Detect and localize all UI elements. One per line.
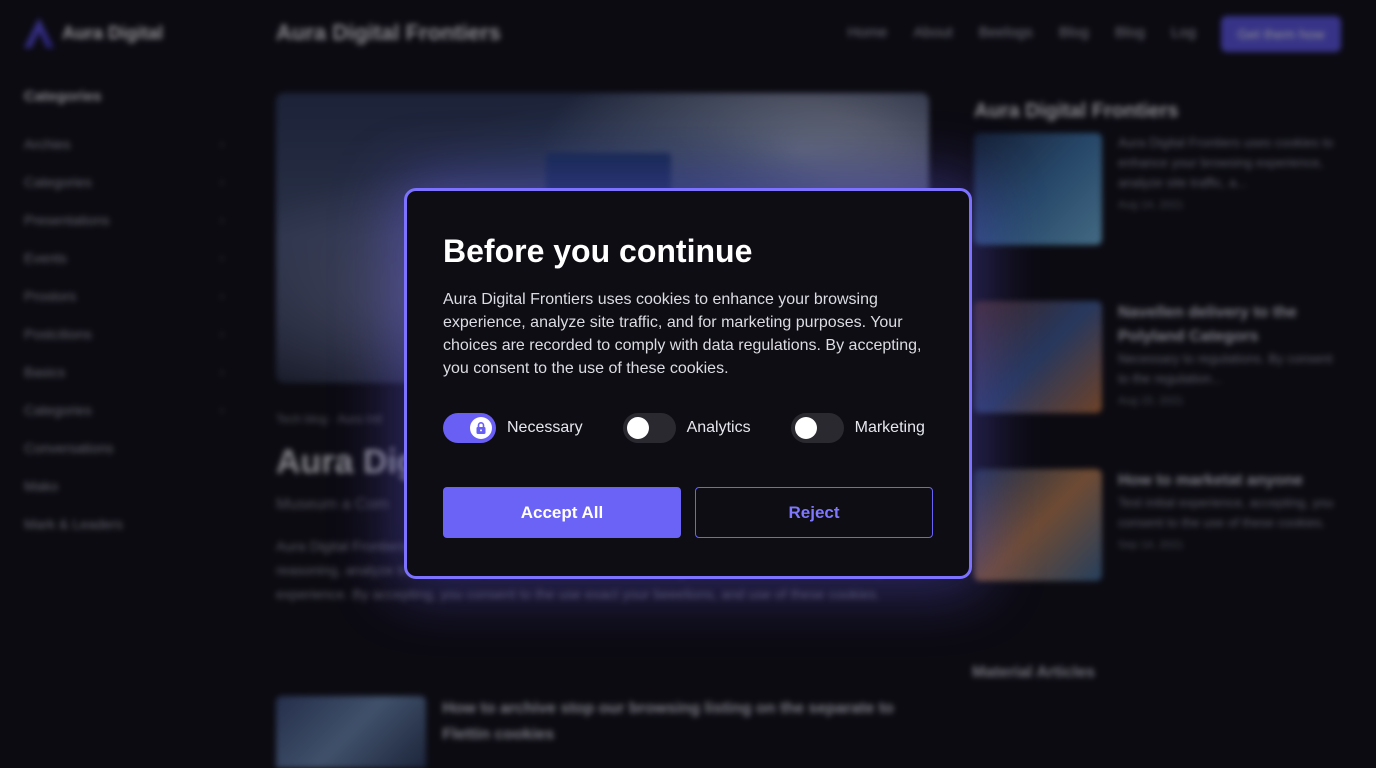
sidebar-item-label: Basics (24, 364, 66, 380)
marketing-toggle[interactable] (790, 413, 844, 443)
toggle-knob (470, 417, 492, 439)
post-date: Sep 14, 2021 (1118, 539, 1184, 551)
sidebar-item[interactable]: Conversations (24, 429, 224, 467)
sidebar-item[interactable]: Presentations › (24, 201, 224, 239)
modal-title: Before you continue (443, 233, 753, 269)
sidebar-item-label: Archies (24, 136, 71, 152)
cta-button[interactable]: Get them how (1221, 16, 1341, 52)
sidebar-item-label: Mark & Leaders (24, 516, 123, 532)
nav-item[interactable]: Home (847, 24, 887, 41)
nav-item[interactable]: Blog (1059, 24, 1089, 41)
card-title: How to archive stop our browsing listing… (442, 700, 894, 743)
sidebar-item-label: Events (24, 250, 67, 266)
toggle-necessary-group: Necessary (443, 413, 583, 443)
post-item[interactable]: How to marketat anyone Test initial expe… (974, 469, 1344, 581)
post-title: How to marketat anyone (1118, 472, 1303, 489)
article-card[interactable]: How to archive stop our browsing listing… (276, 696, 896, 768)
accept-all-button[interactable]: Accept All (443, 487, 681, 538)
brand-logo-icon (24, 18, 54, 48)
reject-button[interactable]: Reject (695, 487, 933, 538)
post-thumbnail (974, 469, 1102, 581)
post-text: Test initial experience, accepting, you … (1118, 495, 1334, 530)
sidebar-item-label: Mako (24, 478, 59, 494)
right-heading: Aura Digital Frontiers (974, 100, 1179, 122)
marketing-label: Marketing (854, 419, 925, 436)
card-thumbnail (276, 696, 427, 768)
sidebar-item[interactable]: Categories › (24, 391, 224, 429)
post-date: Aug 14, 2021 (1118, 199, 1184, 211)
chevron-right-icon: › (220, 175, 224, 189)
post-text: Aura Digital Frontiers uses cookies to e… (1118, 135, 1334, 190)
nav-item[interactable]: Log (1171, 24, 1196, 41)
brand-name: Aura Digital (62, 22, 164, 43)
necessary-toggle[interactable] (443, 413, 496, 443)
nav-item[interactable]: Blog (1115, 24, 1145, 41)
sidebar-heading: Categories (24, 88, 102, 105)
post-thumbnail (974, 133, 1102, 245)
chevron-right-icon: › (220, 403, 224, 417)
sidebar-item[interactable]: Categories › (24, 163, 224, 201)
post-item[interactable]: Aura Digital Frontiers uses cookies to e… (974, 133, 1344, 245)
sidebar-item[interactable]: Prostors › (24, 277, 224, 315)
right-column: Aura Digital Frontiers Aura Digital Fron… (974, 100, 1344, 637)
sidebar-item-label: Categories (24, 174, 92, 190)
chevron-right-icon: › (220, 213, 224, 227)
chevron-right-icon: › (220, 327, 224, 341)
modal-description: Aura Digital Frontiers uses cookies to e… (443, 291, 922, 377)
sidebar-item[interactable]: Events › (24, 239, 224, 277)
post-thumbnail (974, 301, 1102, 413)
sidebar-item[interactable]: Mark & Leaders (24, 505, 224, 543)
post-date: Aug 15, 2021 (1118, 395, 1184, 407)
sidebar-item-label: Prostors (24, 288, 77, 304)
sidebar-item[interactable]: Basics › (24, 353, 224, 391)
nav-item[interactable]: About (913, 24, 952, 41)
chevron-right-icon: › (220, 289, 224, 303)
lock-icon (476, 422, 486, 434)
sidebar: Categories Archies › Categories › Presentati… (24, 88, 224, 543)
nav-item[interactable]: Beelogs (979, 24, 1033, 41)
sidebar-item[interactable]: Archies › (24, 125, 224, 163)
top-navigation: Aura Digital Aura Digital Frontiers Home… (0, 0, 1376, 68)
cookie-consent-modal: Before you continue Aura Digital Frontie… (404, 188, 972, 579)
chevron-right-icon: › (220, 137, 224, 151)
analytics-toggle[interactable] (622, 413, 676, 443)
toggle-marketing-group: Marketing (790, 413, 925, 443)
sidebar-item[interactable]: Mako (24, 467, 224, 505)
post-title: Navellen delivery to the Polyland Catego… (1118, 304, 1297, 345)
chevron-right-icon: › (220, 365, 224, 379)
sidebar-item-label: Categories (24, 402, 92, 418)
site-title: Aura Digital Frontiers (276, 20, 501, 45)
sidebar-item-label: Postcitions (24, 326, 92, 342)
post-text: Necessary to regulations. By consent to … (1118, 351, 1333, 386)
sidebar-item-label: Conversations (24, 440, 114, 456)
consent-toggles: Necessary Analytics Marketing (443, 413, 943, 443)
nav-menu: Home About Beelogs Blog Blog Log (847, 24, 1196, 41)
sidebar-item-label: Presentations (24, 212, 110, 228)
sidebar-item[interactable]: Postcitions › (24, 315, 224, 353)
toggle-analytics-group: Analytics (622, 413, 751, 443)
toggle-knob (626, 417, 649, 439)
more-articles-heading: Material Articles (972, 664, 1096, 681)
necessary-label: Necessary (507, 419, 583, 436)
post-item[interactable]: Navellen delivery to the Polyland Catego… (974, 301, 1344, 413)
analytics-label: Analytics (686, 419, 751, 436)
brand[interactable]: Aura Digital (24, 18, 163, 48)
toggle-knob (794, 417, 817, 439)
chevron-right-icon: › (220, 251, 224, 265)
